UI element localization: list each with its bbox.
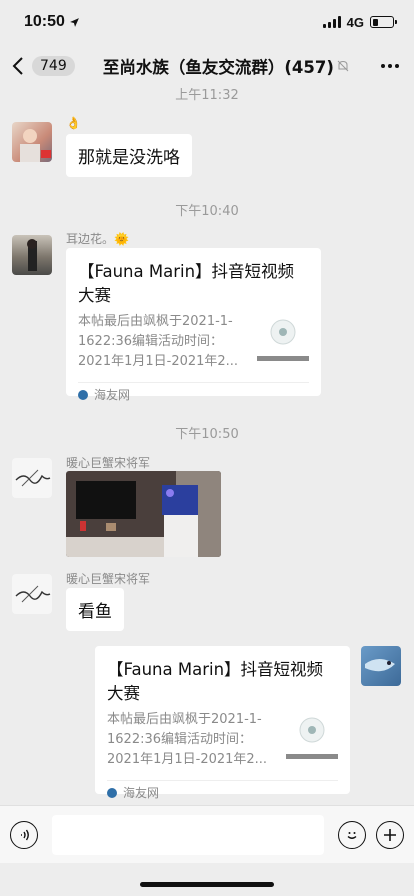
mute-bell-icon <box>337 60 349 72</box>
avatar[interactable] <box>12 574 52 614</box>
message-bubble[interactable]: 那就是没洗咯 <box>66 134 192 177</box>
chat-title[interactable]: 至尚水族（鱼友交流群）(457) <box>75 54 378 78</box>
card-source: 海友网 <box>94 388 131 402</box>
timestamp: 下午10:40 <box>175 204 239 219</box>
message-bubble[interactable]: 看鱼 <box>66 588 124 631</box>
emoji-icon[interactable] <box>338 820 366 849</box>
card-description: 本帖最后由飒枫于2021-1-1622:36编辑活动时间：2021年1月1日-2… <box>107 712 268 767</box>
chat-title-text: 至尚水族（鱼友交流群）(457) <box>102 58 334 77</box>
sender-name: 暖心巨蟹宋将军 <box>66 572 151 586</box>
source-logo-icon <box>107 787 117 798</box>
avatar[interactable] <box>12 235 52 275</box>
card-title: 【Fauna Marin】抖音短视频大赛 <box>78 262 295 305</box>
home-indicator <box>140 882 274 887</box>
battery-fill <box>372 18 379 26</box>
signal-icon <box>322 16 341 28</box>
avatar[interactable] <box>12 458 52 498</box>
card-thumbnail-image <box>257 312 309 364</box>
photo-message[interactable] <box>66 471 221 557</box>
battery-icon <box>370 16 397 28</box>
location-arrow-icon <box>70 17 79 27</box>
message-input[interactable] <box>52 814 324 855</box>
sender-name: 暖心巨蟹宋将军 <box>66 456 151 470</box>
back-chevron-icon[interactable] <box>12 56 30 76</box>
plus-icon[interactable] <box>376 820 404 849</box>
source-logo-icon <box>78 389 88 400</box>
status-time: 10:50 <box>24 13 65 30</box>
network-label: 4G <box>346 14 364 30</box>
avatar[interactable] <box>12 122 52 162</box>
card-description: 本帖最后由飒枫于2021-1-1622:36编辑活动时间：2021年1月1日-2… <box>78 314 239 369</box>
input-bar <box>0 805 414 863</box>
nav-bar: 749 至尚水族（鱼友交流群）(457) <box>0 44 414 88</box>
timestamp: 下午10:50 <box>175 427 239 442</box>
more-dots-icon[interactable] <box>378 64 402 68</box>
card-source: 海友网 <box>123 786 160 800</box>
unread-count-badge[interactable]: 749 <box>32 56 75 76</box>
avatar[interactable] <box>361 646 401 686</box>
card-title: 【Fauna Marin】抖音短视频大赛 <box>107 660 324 703</box>
card-thumbnail-image <box>286 710 338 762</box>
sender-name: 👌 <box>66 116 81 130</box>
link-card[interactable]: 【Fauna Marin】抖音短视频大赛 本帖最后由飒枫于2021-1-1622… <box>66 248 321 402</box>
voice-icon[interactable] <box>10 820 38 849</box>
sender-name: 耳边花。🌞 <box>66 232 129 246</box>
timestamp: 上午11:32 <box>175 88 239 103</box>
chat-area[interactable]: 上午11:32 👌 那就是没洗咯 下午10:40 耳边花。🌞 【Fauna Ma… <box>0 88 414 805</box>
status-bar: 10:50 4G <box>0 0 414 44</box>
link-card[interactable]: 【Fauna Marin】抖音短视频大赛 本帖最后由飒枫于2021-1-1622… <box>95 646 350 800</box>
